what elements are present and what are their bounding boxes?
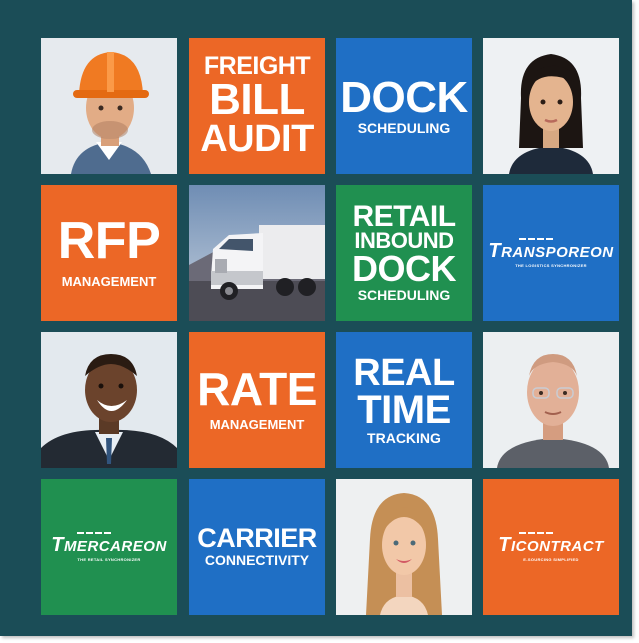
rate-management-label: MANAGEMENT (209, 417, 305, 433)
retail-inbound-dock-scheduling-tile[interactable]: RETAIL INBOUND DOCK SCHEDULING (336, 185, 472, 321)
smiling-man-photo (41, 332, 177, 468)
logo-dashes-icon (518, 532, 553, 534)
transporeon-logo: TRANSPOREON THE LOGISTICS SYNCHRONIZER (488, 238, 613, 268)
retail-scheduling-label: SCHEDULING (357, 287, 451, 304)
transporeon-tagline: THE LOGISTICS SYNCHRONIZER (515, 263, 587, 268)
real-time-tracking-tile[interactable]: REAL TIME TRACKING (336, 332, 472, 468)
freight-bill-audit-tile[interactable]: FREIGHT BILL AUDIT (189, 38, 325, 174)
scheduling-label: SCHEDULING (357, 119, 451, 136)
mercareon-name: MERCAREON (63, 538, 167, 555)
logo-t-icon: T (488, 240, 502, 262)
carrier-label: CARRIER (197, 522, 317, 553)
construction-worker-photo (41, 38, 177, 174)
carrier-connectivity-tile[interactable]: CARRIER CONNECTIVITY (189, 479, 325, 615)
bald-man-photo (483, 332, 619, 468)
rfp-label: RFP (57, 212, 161, 271)
ticontract-logo-tile[interactable]: TICONTRACT E-SOURCING SIMPLIFIED (483, 479, 619, 615)
rfp-management-tile[interactable]: RFP MANAGEMENT (41, 185, 177, 321)
ticontract-name: ICONTRACT (510, 538, 604, 555)
truck-photo (189, 185, 325, 321)
tracking-label: TRACKING (367, 429, 441, 446)
mercareon-logo: TMERCAREON THE RETAIL SYNCHRONIZER (51, 532, 167, 562)
ticontract-logo: TICONTRACT E-SOURCING SIMPLIFIED (498, 532, 604, 562)
rfp-management-label: MANAGEMENT (61, 273, 157, 289)
transporeon-logo-tile[interactable]: TRANSPOREON THE LOGISTICS SYNCHRONIZER (483, 185, 619, 321)
logo-t-icon: T (51, 534, 64, 556)
rate-label: RATE (197, 363, 317, 416)
dock-label: DOCK (340, 72, 468, 122)
connectivity-label: CONNECTIVITY (204, 552, 310, 569)
dock-scheduling-tile[interactable]: DOCK SCHEDULING (336, 38, 472, 174)
blonde-woman-photo (336, 479, 472, 615)
retail-dock-label: DOCK (352, 248, 457, 290)
bill-label: BILL (209, 74, 305, 124)
logo-dashes-icon (77, 532, 111, 534)
real-label: REAL (353, 351, 455, 394)
logo-dashes-icon (518, 238, 553, 240)
time-label: TIME (357, 387, 451, 432)
ticontract-tagline: E-SOURCING SIMPLIFIED (523, 557, 579, 562)
woman-photo (483, 38, 619, 174)
logo-t-icon: T (498, 534, 511, 556)
tile-grid: FREIGHT BILL AUDIT DOCK SCHEDULING RFP M… (0, 0, 632, 636)
retail-label: RETAIL (352, 199, 456, 233)
mercareon-tagline: THE RETAIL SYNCHRONIZER (77, 557, 141, 562)
transporeon-name: RANSPOREON (501, 244, 614, 261)
audit-label: AUDIT (200, 117, 314, 160)
rate-management-tile[interactable]: RATE MANAGEMENT (189, 332, 325, 468)
mercareon-logo-tile[interactable]: TMERCAREON THE RETAIL SYNCHRONIZER (41, 479, 177, 615)
